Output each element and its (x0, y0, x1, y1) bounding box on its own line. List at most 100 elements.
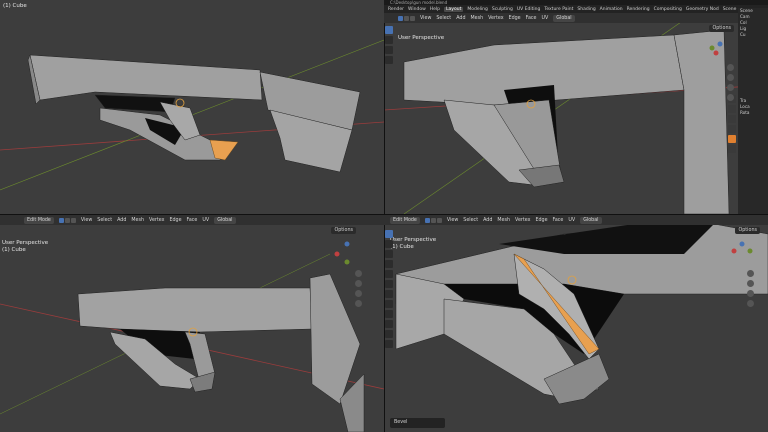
perspective-label: User Perspective (390, 237, 437, 243)
mode-dropdown[interactable]: Edit Mode (24, 216, 54, 224)
transform-orientation-dropdown[interactable]: Global (580, 216, 602, 224)
select-mode-buttons[interactable] (58, 217, 76, 223)
mesh-scene-4 (395, 223, 768, 405)
camera-icon[interactable] (355, 290, 362, 297)
output-props-icon[interactable] (728, 115, 736, 123)
hand-pan-icon[interactable] (747, 280, 754, 287)
mesh-scene-1 (0, 39, 384, 191)
workspace-tab-geometry-nodes[interactable]: Geometry Nod (686, 7, 719, 12)
object-label: (1) Cube (2, 247, 26, 253)
menu-help[interactable]: Help (430, 7, 440, 12)
bevel-tool-icon[interactable] (385, 330, 393, 338)
cursor-tool-icon[interactable] (385, 240, 393, 248)
menu-select[interactable]: Select (436, 16, 451, 21)
workspace-tab-modeling[interactable]: Modeling (467, 7, 487, 12)
mesh-scene-2 (384, 19, 768, 214)
workspace-tab-sculpting[interactable]: Sculpting (492, 7, 513, 12)
viewport-bottom-right[interactable]: Edit Mode View Select Add Mesh Vertex Ed… (384, 214, 768, 432)
hand-pan-icon[interactable] (355, 280, 362, 287)
rotate-tool-icon[interactable] (385, 260, 393, 268)
menu-mesh[interactable]: Mesh (131, 218, 144, 223)
scene-props-icon[interactable] (728, 125, 736, 133)
viewport-bottom-left[interactable]: Edit Mode View Select Add Mesh Vertex Ed… (0, 214, 384, 432)
mode-dropdown[interactable]: Edit Mode (390, 216, 420, 224)
menu-edge[interactable]: Edge (535, 218, 547, 223)
menu-vertex[interactable]: Vertex (515, 218, 530, 223)
menu-render[interactable]: Render (388, 7, 404, 12)
menu-vertex[interactable]: Vertex (488, 16, 503, 21)
menu-mesh[interactable]: Mesh (471, 16, 484, 21)
cursor-tool-icon[interactable] (385, 36, 393, 44)
zoom-icon[interactable] (355, 270, 362, 277)
transform-orientation-dropdown[interactable]: Global (553, 14, 575, 22)
viewport-header: View Select Add Mesh Vertex Edge Face UV… (384, 13, 768, 23)
zoom-icon[interactable] (747, 270, 754, 277)
menu-select[interactable]: Select (97, 218, 112, 223)
workspace-tab-rendering[interactable]: Rendering (627, 7, 650, 12)
object-props-icon[interactable] (728, 135, 736, 143)
menu-view[interactable]: View (447, 218, 458, 223)
menu-face[interactable]: Face (526, 16, 537, 21)
grid-icon[interactable] (747, 300, 754, 307)
menu-window[interactable]: Window (408, 7, 426, 12)
menu-add[interactable]: Add (117, 218, 126, 223)
menu-uv[interactable]: UV (542, 16, 549, 21)
menu-edge[interactable]: Edge (169, 218, 181, 223)
move-tool-icon[interactable] (385, 250, 393, 258)
workspace-tab-uv-editing[interactable]: UV Editing (517, 7, 540, 12)
render-props-icon[interactable] (728, 105, 736, 113)
menu-view[interactable]: View (420, 16, 431, 21)
zoom-icon[interactable] (727, 64, 734, 71)
bevel-operator-panel[interactable]: Bevel (390, 418, 445, 428)
select-tool-icon[interactable] (385, 230, 393, 238)
options-button[interactable]: Options (709, 25, 734, 32)
annotate-tool-icon[interactable] (385, 290, 393, 298)
select-mode-buttons[interactable] (398, 15, 415, 21)
viewport-header: Edit Mode View Select Add Mesh Vertex Ed… (384, 215, 768, 225)
camera-icon[interactable] (747, 290, 754, 297)
inset-tool-icon[interactable] (385, 320, 393, 328)
transform-orientation-dropdown[interactable]: Global (214, 216, 236, 224)
options-button[interactable]: Options (735, 227, 760, 234)
object-label: (1) Cube (3, 3, 27, 9)
menu-edge[interactable]: Edge (509, 16, 521, 21)
mesh-scene-3 (0, 241, 384, 432)
rotate-tool-icon[interactable] (385, 56, 393, 64)
grid-icon[interactable] (727, 94, 734, 101)
menu-face[interactable]: Face (187, 218, 198, 223)
select-mode-buttons[interactable] (424, 217, 442, 223)
workspace-tab-animation[interactable]: Animation (600, 7, 623, 12)
outliner-cube[interactable]: Cu (738, 32, 768, 38)
workspace-tab-shading[interactable]: Shading (577, 7, 595, 12)
move-tool-icon[interactable] (385, 46, 393, 54)
viewport-top-right[interactable]: C:\Desktop\gun model.blend Render Window… (384, 0, 768, 214)
menu-mesh[interactable]: Mesh (497, 218, 510, 223)
menu-uv[interactable]: UV (568, 218, 575, 223)
navigation-gizmo-buttons (727, 64, 734, 101)
tool-shelf (385, 230, 394, 348)
tool-shelf (385, 26, 394, 64)
options-button[interactable]: Options (331, 227, 356, 234)
camera-icon[interactable] (727, 84, 734, 91)
scale-tool-icon[interactable] (385, 270, 393, 278)
modifier-props-icon[interactable] (728, 145, 736, 153)
grid-icon[interactable] (355, 300, 362, 307)
scene-selector[interactable]: Scene (723, 7, 737, 12)
menu-select[interactable]: Select (463, 218, 478, 223)
extrude-tool-icon[interactable] (385, 310, 393, 318)
workspace-tab-layout[interactable]: Layout (444, 6, 464, 12)
loopcut-tool-icon[interactable] (385, 340, 393, 348)
transform-tool-icon[interactable] (385, 280, 393, 288)
menu-face[interactable]: Face (553, 218, 564, 223)
menu-view[interactable]: View (81, 218, 92, 223)
measure-tool-icon[interactable] (385, 300, 393, 308)
menu-vertex[interactable]: Vertex (149, 218, 164, 223)
select-tool-icon[interactable] (385, 26, 393, 34)
menu-add[interactable]: Add (483, 218, 492, 223)
menu-uv[interactable]: UV (202, 218, 209, 223)
workspace-tab-texture-paint[interactable]: Texture Paint (544, 7, 573, 12)
workspace-tab-compositing[interactable]: Compositing (654, 7, 682, 12)
menu-add[interactable]: Add (456, 16, 465, 21)
viewport-top-left[interactable]: (1) Cube (0, 0, 384, 214)
hand-pan-icon[interactable] (727, 74, 734, 81)
